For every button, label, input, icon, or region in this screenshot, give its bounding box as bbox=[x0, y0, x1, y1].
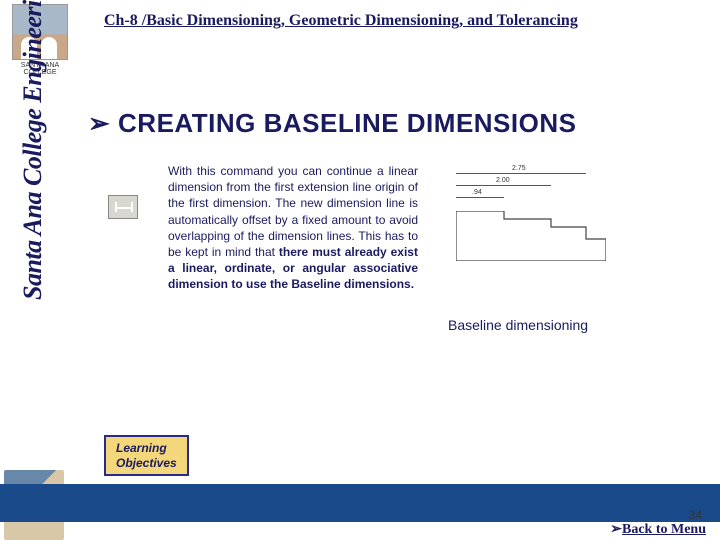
slide-number: 34 bbox=[689, 508, 702, 522]
dim-value-3: .94 bbox=[472, 189, 482, 196]
slide-content: Ch-8 /Basic Dimensioning, Geometric Dime… bbox=[80, 0, 720, 540]
vertical-banner-text: Santa Ana College Engineering bbox=[18, 0, 48, 300]
dim-value-2: 2.00 bbox=[496, 177, 510, 184]
section-heading-text: CREATING BASELINE DIMENSIONS bbox=[118, 108, 576, 138]
chapter-title: Ch-8 /Basic Dimensioning, Geometric Dime… bbox=[104, 12, 720, 30]
body-row: With this command you can continue a lin… bbox=[80, 163, 720, 333]
back-to-menu-link[interactable]: ➢Back to Menu bbox=[610, 521, 706, 538]
learning-objectives-button[interactable]: Learning Objectives bbox=[104, 435, 189, 476]
dim-value-1: 2.75 bbox=[512, 165, 526, 172]
baseline-dimension-icon bbox=[108, 195, 138, 219]
figure-column: 2.75 2.00 .94 Baseline dimensioning bbox=[446, 163, 646, 333]
left-banner: SANTA ANA COLLEGE Santa Ana College Engi… bbox=[0, 0, 80, 540]
figure-caption: Baseline dimensioning bbox=[448, 317, 646, 333]
back-link-text: Back to Menu bbox=[622, 522, 706, 537]
section-heading: ➢ CREATING BASELINE DIMENSIONS bbox=[88, 108, 720, 139]
baseline-dimension-figure: 2.75 2.00 .94 bbox=[446, 167, 616, 267]
learning-line-1: Learning bbox=[116, 441, 177, 455]
footer-bar bbox=[0, 484, 720, 522]
learning-line-2: Objectives bbox=[116, 456, 177, 470]
bullet-icon: ➢ bbox=[88, 108, 110, 138]
stepped-profile-icon bbox=[456, 211, 606, 261]
body-paragraph: With this command you can continue a lin… bbox=[168, 163, 418, 333]
chevron-right-icon: ➢ bbox=[610, 522, 622, 537]
